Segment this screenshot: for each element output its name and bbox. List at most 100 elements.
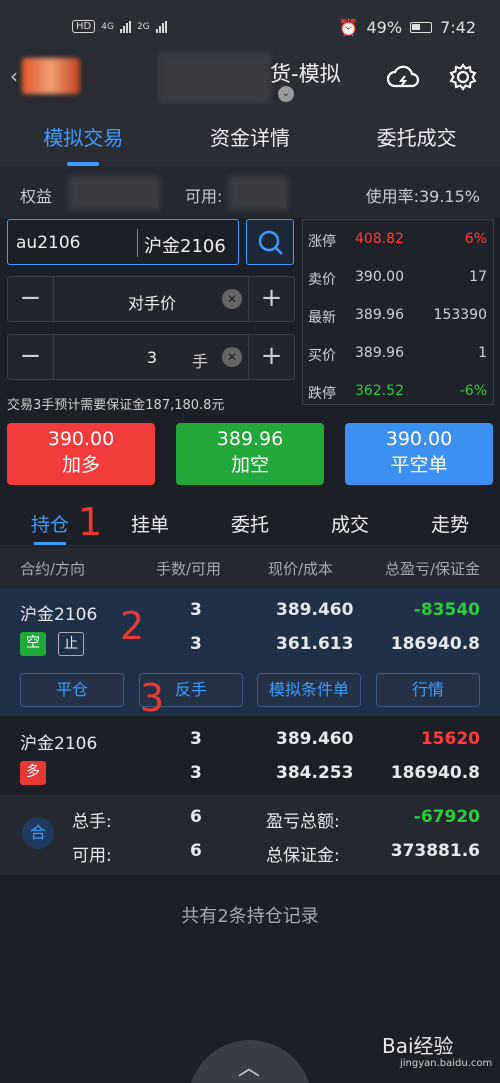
- annotation-2: 2: [120, 604, 145, 648]
- account-title[interactable]: 货-模拟: [270, 58, 341, 88]
- table-row[interactable]: 沪金2106 多 3 3 389.460 384.253 15620 18694…: [0, 717, 500, 794]
- search-button[interactable]: [246, 219, 294, 265]
- margin: 186940.8: [390, 634, 480, 654]
- chevron-up-icon: ︿: [238, 1056, 261, 1081]
- contract-name: 沪金2106: [144, 236, 226, 257]
- battery-percent: 49%: [366, 18, 403, 37]
- close-position-button[interactable]: 平仓: [20, 673, 124, 707]
- quote-label: 跌停: [308, 386, 336, 402]
- quote-panel: 涨停 408.82 6% 卖价 390.00 17 最新 389.96 153390 买价 389.…: [302, 219, 494, 405]
- sell-short-button[interactable]: 389.96 加空: [176, 423, 324, 485]
- top-tabs: 模拟交易 资金详情 委托成交: [0, 104, 500, 166]
- quote-row: 卖价 390.00 17: [303, 259, 493, 297]
- stop-badge[interactable]: 止: [58, 632, 84, 656]
- app-header: ‹ 货-模拟 ⌄: [0, 44, 500, 104]
- quote-price: 389.96: [355, 307, 404, 323]
- watermark-logo: Bai经验: [382, 1034, 454, 1058]
- total-pnl: 15620: [420, 729, 480, 749]
- buy-long-button[interactable]: 390.00 加多: [7, 423, 155, 485]
- total-avail-label: 可用:: [72, 846, 112, 866]
- equity-label: 权益: [20, 187, 53, 206]
- price-minus-button[interactable]: −: [8, 277, 54, 321]
- buy-long-label: 加多: [61, 454, 100, 476]
- quote-price: 408.82: [355, 231, 404, 247]
- cloud-sync-icon[interactable]: [386, 64, 420, 90]
- divider: [137, 229, 138, 257]
- direction-badge: 空: [20, 632, 46, 656]
- position-column-header: 合约/方向 手数/可用 现价/成本 总盈亏/保证金: [0, 547, 500, 587]
- signal-icon: [119, 20, 131, 33]
- quantity-unit: 手: [191, 352, 208, 371]
- contract-name: 沪金2106: [20, 734, 98, 754]
- sell-short-price: 389.96: [216, 428, 284, 450]
- tab-entrust[interactable]: 委托: [200, 500, 300, 545]
- available: 3: [190, 634, 202, 654]
- total-pnl: -83540: [413, 600, 480, 620]
- annotation-1: 1: [78, 500, 103, 544]
- quantity-minus-button[interactable]: −: [8, 335, 54, 379]
- contract-name: 沪金2106: [20, 605, 98, 625]
- network-indicators: HD 4G 2G: [72, 20, 167, 33]
- contract-code[interactable]: au2106: [16, 233, 80, 253]
- quote-row: 涨停 408.82 6%: [303, 221, 493, 259]
- buy-long-price: 390.00: [47, 428, 115, 450]
- quote-label: 买价: [308, 348, 336, 364]
- alarm-icon: ⏰: [338, 18, 359, 37]
- signal-icon: [155, 20, 167, 33]
- tab-trend[interactable]: 走势: [400, 500, 500, 545]
- quote-button[interactable]: 行情: [376, 673, 480, 707]
- tab-sim-trade[interactable]: 模拟交易: [0, 104, 167, 166]
- clock: 7:42: [440, 18, 476, 37]
- tab-pending[interactable]: 挂单: [100, 500, 200, 545]
- tab-funds[interactable]: 资金详情: [167, 104, 334, 166]
- chevron-down-icon[interactable]: ⌄: [278, 86, 294, 102]
- conditional-order-button[interactable]: 模拟条件单: [257, 673, 361, 707]
- col-pnl: 总盈亏/保证金: [384, 560, 480, 578]
- price-plus-button[interactable]: +: [248, 277, 294, 321]
- totals-panel: 合 总手: 6 可用: 6 盈亏总额: -67920 总保证金: 373881.…: [0, 795, 500, 875]
- available-redacted: [228, 176, 288, 210]
- available: 3: [190, 763, 202, 783]
- gear-icon[interactable]: [448, 62, 478, 92]
- col-price: 现价/成本: [268, 560, 334, 578]
- account-summary: 权益 可用: 使用率:39.15%: [0, 166, 500, 218]
- price-type-value[interactable]: 对手价: [54, 290, 250, 314]
- total-pnl-label: 盈亏总额:: [266, 812, 340, 832]
- close-short-label: 平空单: [390, 454, 448, 476]
- status-right: ⏰ 49% 7:42: [339, 18, 476, 37]
- quote-label: 涨停: [308, 234, 336, 250]
- back-icon[interactable]: ‹: [10, 64, 18, 88]
- annotation-3: 3: [140, 676, 165, 720]
- close-short-button[interactable]: 390.00 平空单: [345, 423, 493, 485]
- quote-price: 390.00: [355, 269, 404, 285]
- quantity-stepper[interactable]: − 3 手 ✕ +: [7, 334, 295, 380]
- clear-icon[interactable]: ✕: [222, 289, 242, 309]
- total-margin-label: 总保证金:: [266, 846, 340, 866]
- total-lots-label: 总手:: [72, 812, 112, 832]
- hd-badge: HD: [72, 20, 96, 33]
- avatar: [22, 58, 80, 94]
- quote-price: 362.52: [355, 383, 404, 399]
- tab-orders-fills[interactable]: 委托成交: [333, 104, 500, 166]
- search-icon: [258, 230, 283, 255]
- total-avail: 6: [190, 841, 202, 861]
- contract-input[interactable]: au2106 沪金2106: [7, 219, 239, 265]
- clear-icon[interactable]: ✕: [222, 347, 242, 367]
- tab-fills[interactable]: 成交: [300, 500, 400, 545]
- col-lots: 手数/可用: [156, 560, 222, 578]
- account-name-redacted: [158, 52, 270, 104]
- total-lots: 6: [190, 807, 202, 827]
- equity-redacted: [68, 176, 160, 210]
- battery-icon: [410, 22, 433, 33]
- price-type-stepper[interactable]: − 对手价 ✕ +: [7, 276, 295, 322]
- lots: 3: [190, 729, 202, 749]
- quantity-value[interactable]: 3: [54, 348, 250, 367]
- quote-row: 跌停 362.52 -6%: [303, 373, 493, 411]
- quantity-plus-button[interactable]: +: [248, 335, 294, 379]
- quote-row: 最新 389.96 153390: [303, 297, 493, 335]
- available-label: 可用:: [185, 187, 223, 206]
- position-tabs: 持仓 挂单 委托 成交 走势: [0, 500, 500, 546]
- usage-rate: 使用率:39.15%: [365, 187, 480, 206]
- col-contract: 合约/方向: [20, 560, 86, 578]
- expand-handle[interactable]: ︿: [188, 1040, 312, 1083]
